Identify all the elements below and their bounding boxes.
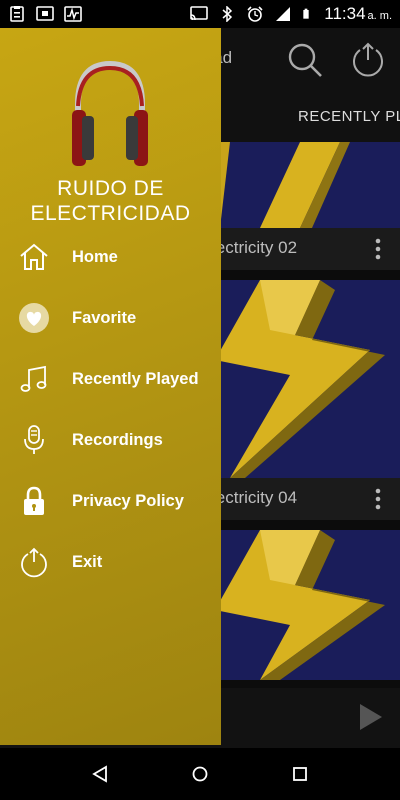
clipboard-notification-icon [10, 6, 24, 22]
battery-icon [303, 8, 309, 19]
lightning-bolt-image [200, 142, 350, 228]
menu-item-exit[interactable]: Exit [0, 537, 221, 587]
more-options-icon[interactable] [374, 238, 382, 260]
card-thumbnail [200, 280, 400, 478]
drawer-app-name: RUIDO DE ELECTRICIDAD [30, 177, 191, 225]
back-button[interactable] [85, 759, 115, 789]
lock-icon [24, 486, 44, 515]
menu-label: Privacy Policy [72, 491, 184, 510]
status-time: 11:34 a. m. [324, 4, 392, 23]
microphone-icon [24, 425, 44, 454]
lightning-bolt-image [215, 530, 385, 680]
more-options-icon[interactable] [374, 488, 382, 510]
bluetooth-icon [222, 6, 233, 22]
menu-item-recently-played[interactable]: Recently Played [0, 354, 221, 404]
card-thumbnail [200, 142, 400, 228]
menu-item-home[interactable]: Home [0, 232, 221, 282]
signal-icon [276, 7, 291, 21]
menu-item-privacy-policy[interactable]: Privacy Policy [0, 476, 221, 526]
sound-card[interactable]: lectricity 02 [200, 142, 400, 270]
home-icon [20, 243, 48, 270]
menu-item-recordings[interactable]: Recordings [0, 415, 221, 465]
play-icon[interactable] [356, 702, 384, 732]
home-button[interactable] [185, 759, 215, 789]
alarm-icon [247, 6, 263, 22]
headphones-logo [72, 60, 148, 166]
card-title: lectricity 04 [200, 478, 400, 520]
menu-label: Favorite [72, 308, 137, 327]
navigation-drawer: RUIDO DE ELECTRICIDAD Home Favorite Rece… [0, 28, 221, 745]
cast-notification-icon [36, 6, 54, 21]
menu-label: Exit [72, 552, 103, 571]
recents-square-icon [293, 767, 307, 781]
back-triangle-icon [92, 765, 107, 783]
menu-label: Recordings [72, 430, 163, 449]
card-thumbnail [200, 530, 400, 680]
home-circle-icon [192, 766, 208, 782]
sound-card[interactable] [200, 530, 400, 680]
screen-cast-icon [190, 6, 209, 21]
card-title: lectricity 02 [200, 228, 400, 270]
recents-button[interactable] [285, 759, 315, 789]
music-note-icon [20, 365, 47, 392]
status-bar: 11:34 a. m. [0, 0, 400, 28]
sound-card[interactable]: lectricity 04 [200, 280, 400, 520]
power-icon [21, 547, 47, 578]
system-navigation-bar [0, 748, 400, 800]
tab-recently-played[interactable]: RECENTLY PL [298, 108, 400, 125]
menu-label: Home [72, 247, 118, 266]
power-icon[interactable] [348, 40, 388, 80]
menu-label: Recently Played [72, 369, 199, 388]
search-icon[interactable] [285, 40, 325, 80]
menu-item-favorite[interactable]: Favorite [0, 293, 221, 343]
heart-icon [19, 303, 49, 333]
lightning-bolt-image [215, 280, 385, 478]
activity-notification-icon [64, 6, 82, 22]
